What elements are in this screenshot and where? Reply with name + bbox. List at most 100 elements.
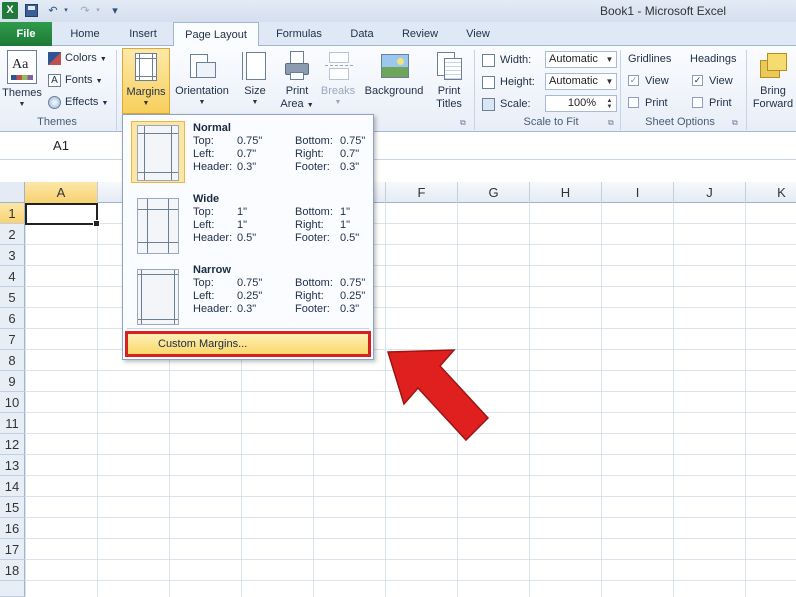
tab-review[interactable]: Review: [396, 22, 444, 46]
print-titles-icon: [434, 50, 464, 82]
option-name: Wide: [193, 193, 220, 205]
gridlines-print-checkbox[interactable]: Print: [628, 94, 668, 112]
right-label: Right:: [295, 219, 324, 231]
row-header[interactable]: 16: [0, 518, 25, 539]
column-header-f[interactable]: F: [386, 182, 458, 203]
breaks-label: Breaks: [320, 85, 356, 97]
dialog-launcher-icon[interactable]: ⧉: [460, 118, 466, 128]
select-all-corner[interactable]: [0, 182, 25, 203]
orientation-button[interactable]: Orientation ▼: [172, 48, 232, 114]
themes-label: Themes: [2, 87, 42, 99]
row-header[interactable]: 18: [0, 560, 25, 581]
print-area-button[interactable]: Print Area ▼: [278, 48, 316, 114]
footer-label: Footer:: [295, 232, 330, 244]
row-header[interactable]: 11: [0, 413, 25, 434]
column-header-k[interactable]: K: [746, 182, 796, 203]
gridlines-view-checkbox[interactable]: ✓ View: [628, 72, 669, 90]
row-header[interactable]: 17: [0, 539, 25, 560]
column-header-j[interactable]: J: [674, 182, 746, 203]
page-margins-icon: [137, 269, 179, 325]
title-bar: X ↶ ▾ ↷ ▾ ▾ Book1 - Microsoft Excel: [0, 0, 796, 22]
undo-icon[interactable]: ↶: [46, 3, 60, 19]
active-cell-a1[interactable]: [25, 203, 100, 227]
themes-icon: Aa: [7, 50, 37, 84]
row-header[interactable]: 12: [0, 434, 25, 455]
background-icon: [379, 50, 409, 82]
size-button[interactable]: Size ▼: [238, 48, 272, 114]
row-header[interactable]: [0, 581, 25, 597]
breaks-button[interactable]: Breaks ▼: [318, 48, 358, 114]
column-header-g[interactable]: G: [458, 182, 530, 203]
chevron-down-icon: ▼: [251, 99, 259, 106]
page-margins-icon: [137, 125, 179, 181]
headings-print-checkbox[interactable]: Print: [692, 94, 732, 112]
row-header[interactable]: 13: [0, 455, 25, 476]
customize-qat-icon[interactable]: ▾: [110, 3, 120, 19]
row-header[interactable]: 7: [0, 329, 25, 350]
margins-label: Margins: [126, 86, 166, 98]
headings-view-checkbox[interactable]: ✓ View: [692, 72, 733, 90]
scale-spinner[interactable]: 100% ▲ ▼: [545, 95, 617, 112]
column-header-h[interactable]: H: [530, 182, 602, 203]
effects-button[interactable]: Effects ▼: [48, 93, 108, 111]
fonts-icon: A: [48, 73, 61, 87]
tab-insert[interactable]: Insert: [118, 22, 168, 46]
chevron-down-icon: ▼: [198, 99, 206, 106]
row-header[interactable]: 8: [0, 350, 25, 371]
row-header[interactable]: 14: [0, 476, 25, 497]
headings-heading: Headings: [690, 53, 737, 65]
tab-formulas[interactable]: Formulas: [266, 22, 332, 46]
margin-option-narrow[interactable]: Narrow Top: 0.75" Left: 0.25" Header: 0.…: [125, 263, 371, 333]
column-header-a[interactable]: A: [25, 182, 98, 203]
fonts-button[interactable]: A Fonts ▼: [48, 71, 103, 89]
width-dropdown[interactable]: Automatic ▼: [545, 51, 617, 68]
dialog-launcher-icon[interactable]: ⧉: [732, 118, 738, 128]
row-header[interactable]: 15: [0, 497, 25, 518]
print-titles-button[interactable]: Print Titles: [430, 48, 468, 114]
redo-dropdown-icon[interactable]: ▾: [94, 3, 102, 19]
top-value: 0.75": [237, 135, 263, 147]
left-value: 0.7": [237, 148, 257, 160]
tab-file[interactable]: File: [0, 22, 52, 46]
row-header[interactable]: 5: [0, 287, 25, 308]
ribbon: Aa Themes ▼ Colors ▼ A Fonts ▼ Effects ▼ …: [0, 46, 796, 132]
header-label: Header:: [193, 232, 233, 244]
tab-data[interactable]: Data: [342, 22, 382, 46]
column-header-i[interactable]: I: [602, 182, 674, 203]
height-dropdown[interactable]: Automatic ▼: [545, 73, 617, 90]
group-separator: [474, 50, 475, 130]
margin-option-normal[interactable]: Normal Top: 0.75" Left: 0.7" Header: 0.3…: [125, 121, 371, 191]
save-icon[interactable]: [25, 4, 38, 17]
excel-app-icon[interactable]: X: [2, 2, 18, 19]
height-icon: [482, 75, 495, 89]
group-separator: [746, 50, 747, 130]
row-header[interactable]: 1: [0, 203, 25, 224]
name-box[interactable]: A1: [0, 136, 122, 156]
margin-option-wide[interactable]: Wide Top: 1" Left: 1" Header: 0.5" Botto…: [125, 192, 371, 262]
margins-button[interactable]: Margins ▼: [122, 48, 170, 114]
colors-label: Colors: [65, 52, 97, 64]
spinner-arrows-icon[interactable]: ▲ ▼: [604, 97, 615, 110]
redo-icon[interactable]: ↷: [78, 3, 92, 19]
group-separator: [620, 50, 621, 130]
tab-page-layout[interactable]: Page Layout: [173, 22, 259, 47]
option-name: Narrow: [193, 264, 231, 276]
tab-view[interactable]: View: [458, 22, 498, 46]
row-header[interactable]: 4: [0, 266, 25, 287]
row-header[interactable]: 6: [0, 308, 25, 329]
row-header[interactable]: 2: [0, 224, 25, 245]
custom-margins-menu-item[interactable]: Custom Margins...: [125, 331, 371, 357]
right-label: Right:: [295, 290, 324, 302]
chevron-down-icon: ▼: [18, 101, 26, 108]
dialog-launcher-icon[interactable]: ⧉: [608, 118, 614, 128]
undo-dropdown-icon[interactable]: ▾: [62, 3, 70, 19]
tab-home[interactable]: Home: [60, 22, 110, 46]
row-header[interactable]: 3: [0, 245, 25, 266]
row-header[interactable]: 10: [0, 392, 25, 413]
themes-button[interactable]: Aa Themes ▼: [0, 48, 44, 114]
bottom-value: 0.75": [340, 135, 366, 147]
background-button[interactable]: Background: [360, 48, 428, 114]
row-header[interactable]: 9: [0, 371, 25, 392]
bring-forward-button[interactable]: Bring Forward: [750, 48, 796, 114]
colors-button[interactable]: Colors ▼: [48, 49, 107, 67]
